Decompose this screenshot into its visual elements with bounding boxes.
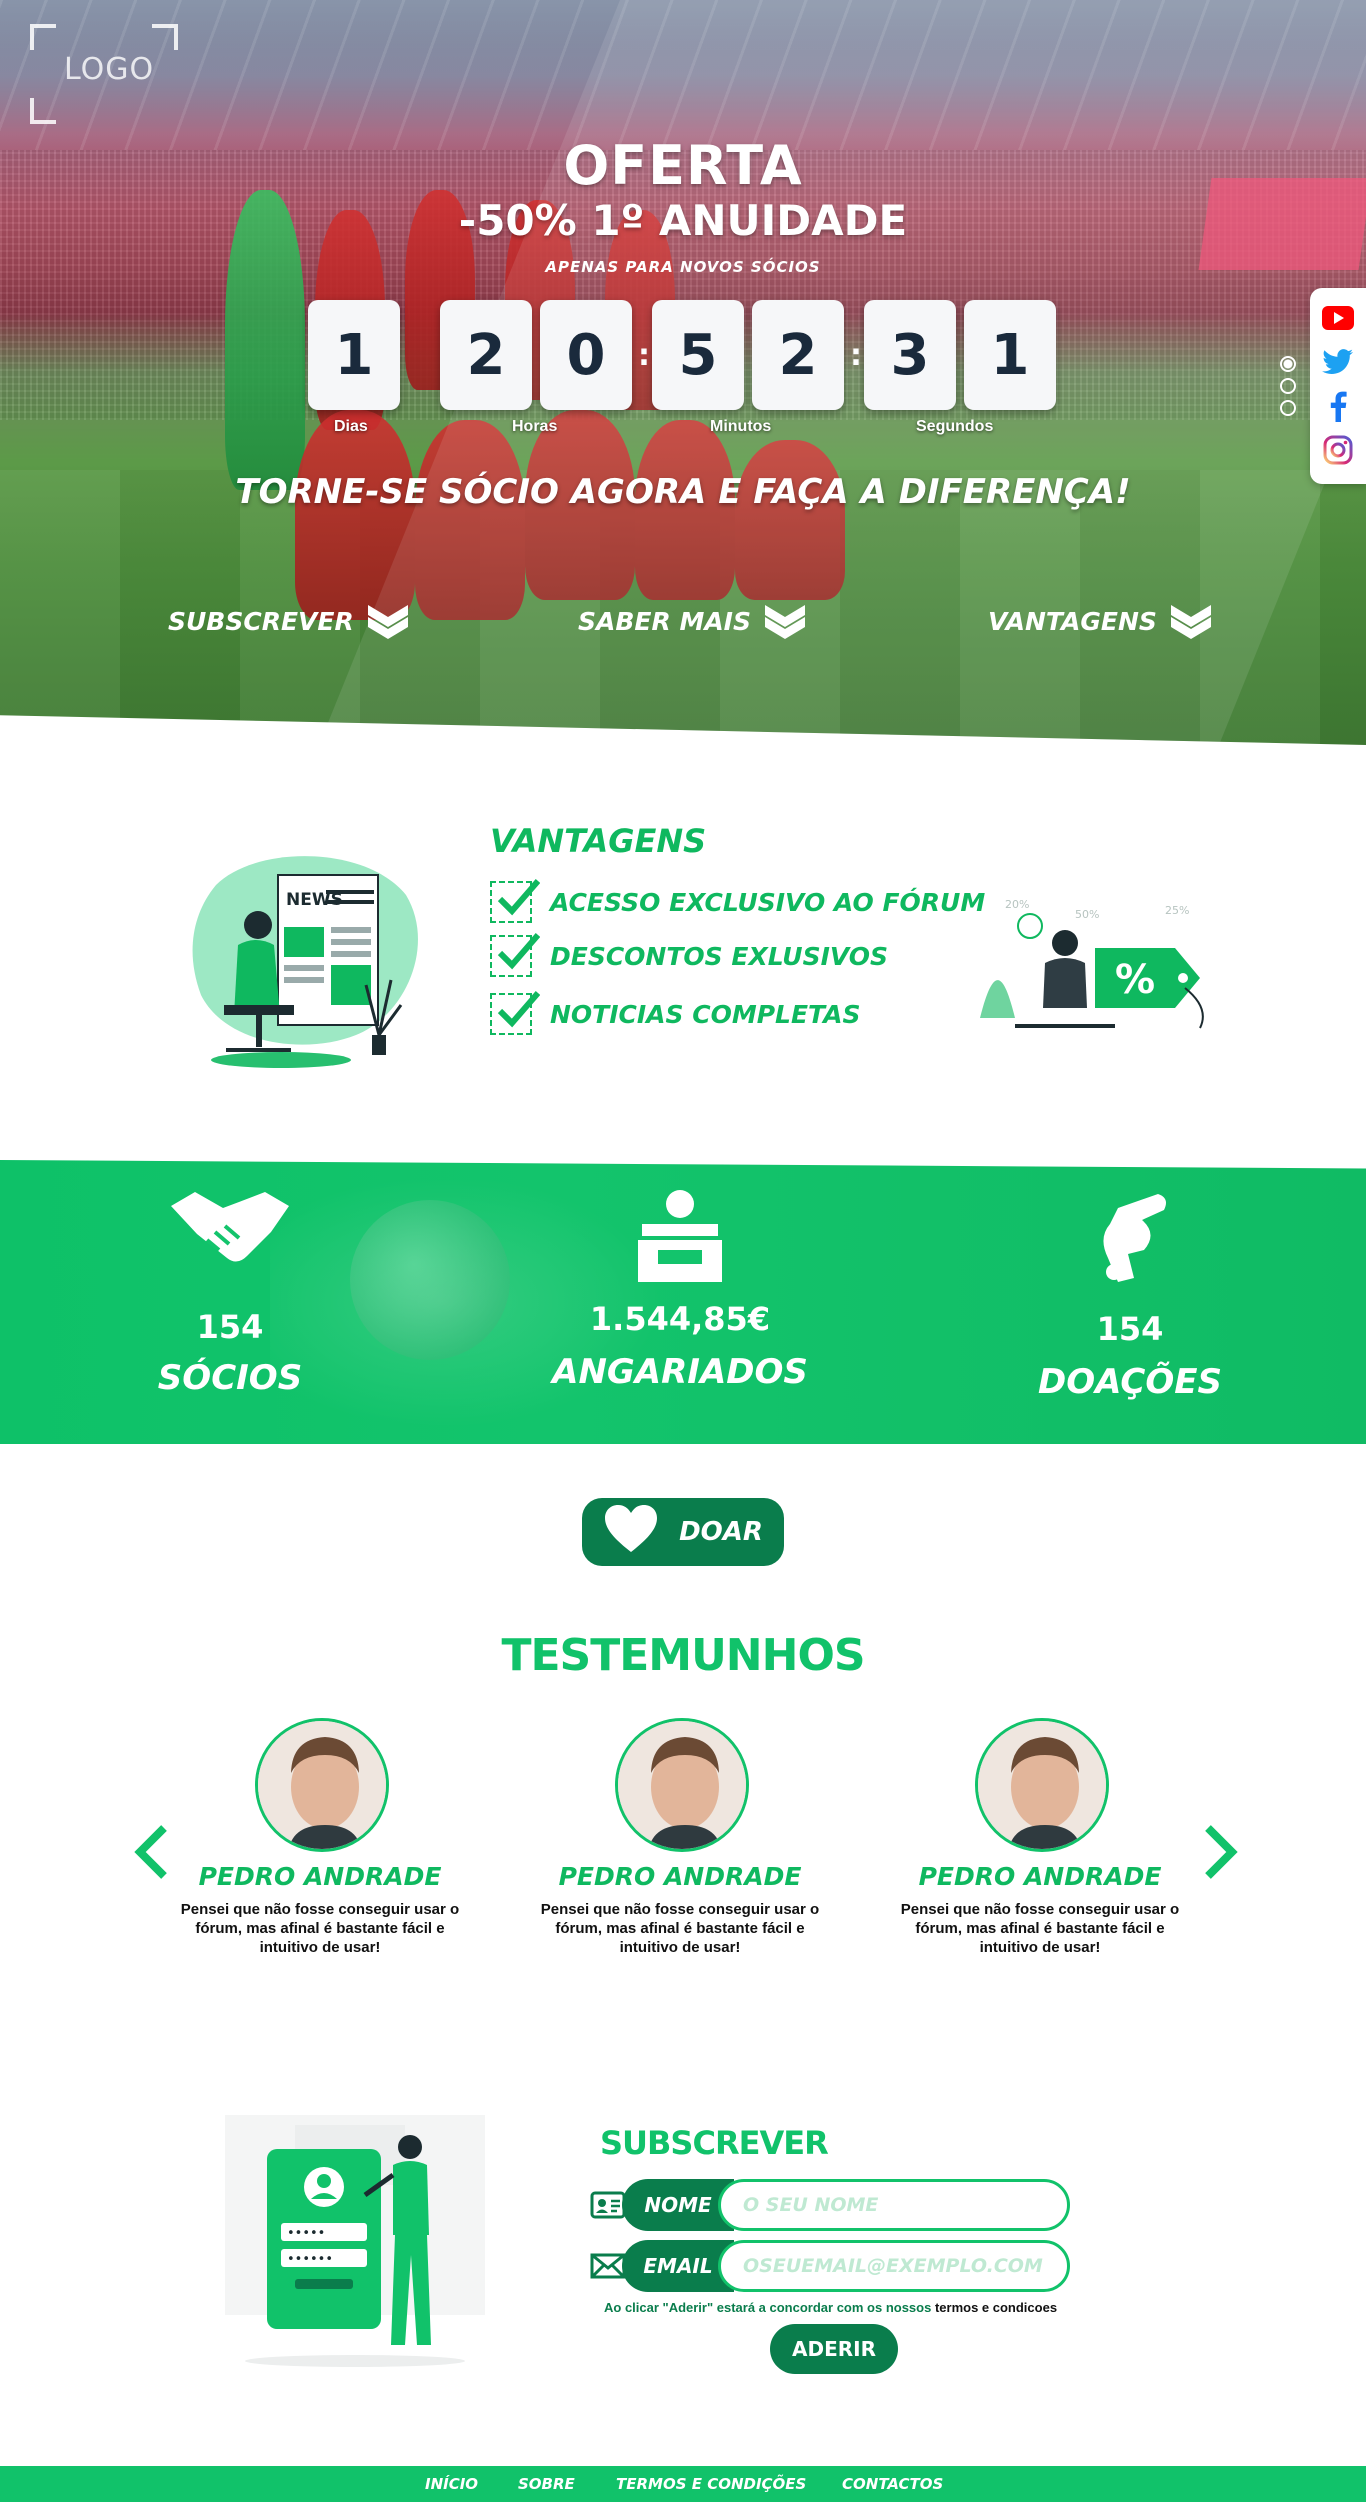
countdown-separator: :: [850, 338, 862, 373]
testimonial-text: Pensei que não fosse conseguir usar o fó…: [540, 1901, 820, 1956]
footer-link-contacts[interactable]: CONTACTOS: [842, 2475, 943, 2493]
offer-discount: -50% 1º ANUIDADE: [458, 196, 908, 245]
facebook-icon[interactable]: [1322, 390, 1354, 422]
discount-illustration: 20% 50% 25% %: [975, 888, 1220, 1038]
youtube-icon[interactable]: [1322, 302, 1354, 334]
site-logo[interactable]: LOGO: [30, 24, 178, 124]
benefit-label: ACESSO EXCLUSIVO AO FÓRUM: [550, 887, 986, 917]
countdown-digit: 1: [308, 300, 400, 410]
benefits-title: VANTAGENS: [490, 822, 707, 860]
testimonial-name: PEDRO ANDRADE: [558, 1862, 802, 1891]
donate-button-label: DOAR: [679, 1517, 763, 1547]
logo-text: LOGO: [64, 52, 155, 87]
subscribe-link-label: SUBSCREVER: [168, 606, 354, 636]
join-button[interactable]: ADERIR: [770, 2324, 898, 2374]
stat-raised-value: 1.544,85€: [589, 1300, 771, 1338]
social-bar: [1310, 288, 1366, 484]
footer-link-terms[interactable]: TERMOS E CONDIÇÕES: [616, 2475, 806, 2493]
countdown-label-days: Dias: [334, 418, 368, 435]
countdown-digit: 2: [440, 300, 532, 410]
checkbox-icon: [490, 991, 540, 1035]
slider-dot[interactable]: [1280, 356, 1296, 372]
subscribe-link[interactable]: SUBSCREVER: [168, 600, 410, 642]
discount-tag-2: 50%: [1075, 908, 1099, 921]
discount-tag-3: 25%: [1165, 904, 1189, 917]
learn-more-link-label: SABER MAIS: [578, 606, 751, 636]
donate-button[interactable]: DOAR: [582, 1498, 784, 1566]
benefit-item: ACESSO EXCLUSIVO AO FÓRUM: [490, 878, 985, 926]
twitter-icon[interactable]: [1322, 346, 1354, 378]
countdown-digit: 3: [864, 300, 956, 410]
stat-raised-label: ANGARIADOS: [552, 1352, 808, 1392]
subscribe-title: SUBSCREVER: [600, 2124, 829, 2162]
testimonial-name: PEDRO ANDRADE: [198, 1862, 442, 1891]
double-chevron-down-icon: [366, 603, 410, 639]
stats-band: 154 SÓCIOS 1.544,85€ ANGARIADOS 154 DOAÇ…: [0, 1160, 1366, 1444]
countdown-digit: 1: [964, 300, 1056, 410]
testimonial-text: Pensei que não fosse conseguir usar o fó…: [180, 1901, 460, 1956]
checkbox-icon: [490, 879, 540, 923]
name-input[interactable]: [718, 2179, 1070, 2231]
avatar: [615, 1718, 749, 1852]
hero-slider-dots: [1280, 356, 1298, 422]
testimonials-title: TESTEMUNHOS: [501, 1630, 865, 1681]
countdown-digit: 0: [540, 300, 632, 410]
double-chevron-down-icon: [1169, 603, 1213, 639]
discount-symbol: %: [1115, 957, 1155, 1003]
stat-donations-value: 154: [1096, 1310, 1164, 1348]
testimonial-text: Pensei que não fosse conseguir usar o fó…: [900, 1901, 1180, 1956]
email-input[interactable]: [718, 2240, 1070, 2292]
benefit-label: NOTICIAS COMPLETAS: [550, 999, 861, 1029]
footer: INÍCIO SOBRE TERMOS E CONDIÇÕES CONTACTO…: [0, 2466, 1366, 2502]
signup-illustration: ••••• ••••••: [205, 2105, 500, 2370]
avatar: [975, 1718, 1109, 1852]
testimonial-name: PEDRO ANDRADE: [918, 1862, 1162, 1891]
terms-link[interactable]: termos e condicoes: [935, 2300, 1057, 2315]
heart-icon: [603, 1504, 659, 1561]
news-reader-illustration: NEWS: [186, 845, 426, 1070]
benefit-label: DESCONTOS EXLUSIVOS: [550, 941, 889, 971]
countdown-label-seconds: Segundos: [916, 418, 994, 435]
countdown-separator: :: [638, 338, 650, 373]
countdown-digit: 5: [652, 300, 744, 410]
hero-tagline: TORNE-SE SÓCIO AGORA E FAÇA A DIFERENÇA!: [235, 472, 1131, 512]
benefits-link-label: VANTAGENS: [988, 606, 1157, 636]
benefit-item: DESCONTOS EXLUSIVOS: [490, 932, 888, 980]
countdown-label-minutes: Minutos: [710, 418, 772, 435]
discount-tag-1: 20%: [1005, 898, 1029, 911]
countdown-label-hours: Horas: [512, 418, 558, 435]
benefit-item: NOTICIAS COMPLETAS: [490, 990, 861, 1038]
stat-donations-label: DOAÇÕES: [1038, 1362, 1222, 1402]
footer-link-about[interactable]: SOBRE: [518, 2475, 575, 2493]
terms-text: Ao clicar "Aderir" estará a concordar co…: [604, 2300, 935, 2315]
donation-box-icon: [632, 1188, 728, 1289]
name-field: NOME: [590, 2179, 1070, 2231]
checkbox-icon: [490, 933, 540, 977]
avatar: [255, 1718, 389, 1852]
learn-more-link[interactable]: SABER MAIS: [578, 600, 807, 642]
giving-hand-icon: [1088, 1188, 1172, 1287]
double-chevron-down-icon: [763, 603, 807, 639]
terms-notice: Ao clicar "Aderir" estará a concordar co…: [604, 2300, 1057, 2315]
slider-dot[interactable]: [1280, 400, 1296, 416]
instagram-icon[interactable]: [1322, 434, 1354, 466]
carousel-next-arrow[interactable]: [1200, 1822, 1240, 1882]
offer-title: OFERTA: [563, 134, 803, 197]
handshake-icon: [167, 1188, 293, 1277]
countdown-digit: 2: [752, 300, 844, 410]
stat-members-label: SÓCIOS: [157, 1358, 303, 1398]
email-field: EMAIL: [590, 2240, 1070, 2292]
envelope-icon: [590, 2252, 626, 2280]
slider-dot[interactable]: [1280, 378, 1296, 394]
footer-link-home[interactable]: INÍCIO: [425, 2475, 478, 2493]
password-dots: ••••••: [287, 2252, 333, 2267]
offer-note: APENAS PARA NOVOS SÓCIOS: [545, 258, 821, 276]
stat-members-value: 154: [196, 1308, 264, 1346]
id-card-icon: [590, 2191, 626, 2219]
password-dots: •••••: [287, 2226, 325, 2241]
benefits-link[interactable]: VANTAGENS: [988, 600, 1213, 642]
